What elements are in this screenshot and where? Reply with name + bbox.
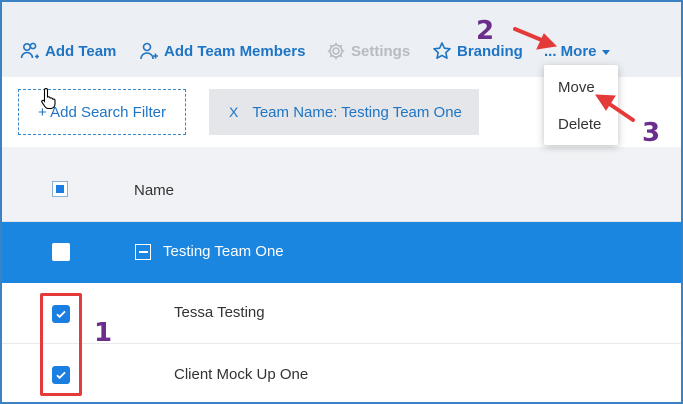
select-all-checkbox[interactable] bbox=[52, 181, 68, 197]
add-team-members-label: Add Team Members bbox=[164, 42, 306, 60]
chevron-down-icon bbox=[601, 49, 610, 55]
team-row-checkbox[interactable] bbox=[52, 243, 70, 261]
settings-button[interactable]: Settings bbox=[326, 40, 410, 62]
row-label: Tessa Testing bbox=[174, 304, 265, 321]
menu-item-delete[interactable]: Delete bbox=[558, 116, 601, 133]
team-row-label: Testing Team One bbox=[163, 243, 284, 260]
remove-filter-icon[interactable]: X bbox=[229, 104, 238, 120]
row-label: Client Mock Up One bbox=[174, 366, 309, 383]
filter-chip: X Team Name: Testing Team One bbox=[209, 89, 479, 135]
collapse-icon[interactable] bbox=[135, 244, 151, 260]
screenshot-frame: Add Team Add Team Members Settings Brand… bbox=[0, 0, 683, 404]
settings-label: Settings bbox=[351, 42, 411, 60]
partial-check-indicator bbox=[56, 185, 64, 193]
table-row[interactable] bbox=[2, 344, 681, 402]
star-icon bbox=[432, 41, 452, 61]
more-label: ... More bbox=[544, 42, 597, 60]
hand-cursor-icon bbox=[41, 87, 56, 109]
team-row[interactable] bbox=[2, 222, 681, 283]
annotation-step-3: 3 bbox=[642, 118, 661, 148]
annotation-step-1: 1 bbox=[94, 318, 113, 348]
add-team-members-button[interactable]: Add Team Members bbox=[139, 40, 305, 62]
annotation-highlight-box bbox=[40, 293, 82, 396]
gear-icon bbox=[326, 41, 346, 61]
add-team-icon bbox=[20, 41, 40, 61]
table-header bbox=[2, 147, 681, 222]
more-menu-button[interactable]: ... More bbox=[544, 40, 610, 62]
annotation-step-2: 2 bbox=[476, 16, 495, 46]
add-team-label: Add Team bbox=[45, 42, 117, 60]
add-user-icon bbox=[139, 41, 159, 61]
filter-chip-label: Team Name: Testing Team One bbox=[252, 103, 462, 121]
add-team-button[interactable]: Add Team bbox=[20, 40, 116, 62]
menu-item-move[interactable]: Move bbox=[558, 79, 595, 96]
more-dropdown-menu: Move Delete bbox=[544, 65, 618, 145]
column-header-name[interactable]: Name bbox=[134, 182, 174, 199]
